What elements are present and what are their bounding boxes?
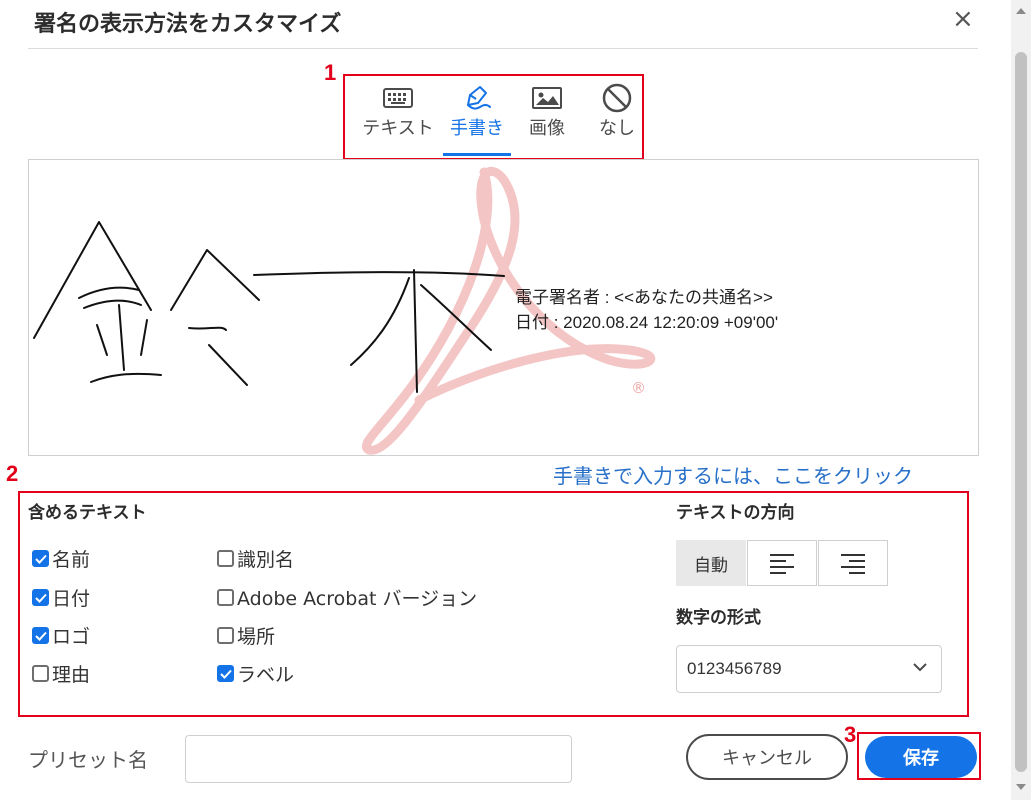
checkbox-reason[interactable]: 理由 (32, 660, 90, 687)
checkbox-distinguished-name[interactable]: 識別名 (217, 545, 294, 572)
scroll-up-icon[interactable] (1016, 8, 1026, 14)
tab-image[interactable]: 画像 (522, 82, 572, 140)
checkbox-distinguished-name-label: 識別名 (237, 549, 295, 571)
checkbox-location-label: 場所 (237, 626, 276, 648)
pen-icon (443, 82, 511, 114)
direction-right-button[interactable] (818, 540, 888, 586)
scroll-down-icon[interactable] (1016, 784, 1026, 790)
tab-handwriting-label: 手書き (450, 118, 504, 139)
close-icon[interactable]: × (952, 4, 974, 34)
chevron-down-icon (913, 663, 927, 672)
checkbox-date[interactable]: 日付 (32, 584, 90, 611)
checkbox-checked-icon (217, 665, 234, 682)
save-button[interactable]: 保存 (865, 736, 977, 778)
checkbox-label-label: ラベル (237, 664, 295, 686)
checkbox-logo[interactable]: ロゴ (32, 622, 90, 649)
dialog-title: 署名の表示方法をカスタマイズ (34, 12, 342, 37)
checkbox-name-label: 名前 (52, 549, 91, 571)
number-format-title: 数字の形式 (676, 608, 761, 628)
signer-name-line: 電子署名者 : <<あなたの共通名>> (515, 288, 773, 307)
tab-image-label: 画像 (529, 118, 565, 139)
direction-left-button[interactable] (747, 540, 817, 586)
checkbox-unchecked-icon (217, 550, 234, 567)
checkbox-date-label: 日付 (52, 588, 91, 610)
number-format-value: 0123456789 (687, 659, 782, 678)
callout-3: 3 (844, 722, 857, 747)
text-direction-title: テキストの方向 (676, 503, 795, 523)
tab-handwriting[interactable]: 手書き (443, 82, 511, 140)
align-left-icon (770, 554, 794, 574)
tab-text-label: テキスト (362, 118, 434, 139)
keyboard-icon (355, 82, 441, 114)
number-format-select[interactable]: 0123456789 (676, 645, 942, 693)
tab-text[interactable]: テキスト (355, 82, 441, 140)
include-text-title: 含めるテキスト (28, 503, 147, 523)
scrollbar-thumb[interactable] (1015, 52, 1027, 772)
checkbox-acrobat-version-label: Adobe Acrobat バージョン (237, 588, 478, 610)
align-right-icon (841, 554, 865, 574)
preset-name-label: プリセット名 (28, 748, 148, 772)
checkbox-checked-icon (32, 550, 49, 567)
tab-none-label: なし (599, 118, 635, 139)
active-tab-indicator (443, 153, 511, 156)
preset-name-input[interactable] (185, 735, 572, 783)
none-icon (592, 82, 642, 114)
dialog-scrollbar[interactable] (1011, 0, 1031, 800)
checkbox-reason-label: 理由 (52, 664, 91, 686)
checkbox-checked-icon (32, 589, 49, 606)
signature-info: 電子署名者 : <<あなたの共通名>> 日付 : 2020.08.24 12:2… (515, 285, 778, 335)
checkbox-unchecked-icon (217, 589, 234, 606)
handwritten-signature (33, 221, 505, 393)
cancel-button[interactable]: キャンセル (686, 734, 848, 780)
checkbox-unchecked-icon (217, 627, 234, 644)
image-icon (522, 82, 572, 114)
direction-auto-button[interactable]: 自動 (676, 540, 746, 586)
callout-1: 1 (324, 60, 337, 85)
checkbox-name[interactable]: 名前 (32, 545, 90, 572)
header-divider (28, 48, 978, 49)
handwrite-input-link[interactable]: 手書きで入力するには、ここをクリック (553, 460, 913, 489)
checkbox-logo-label: ロゴ (52, 626, 91, 648)
callout-2: 2 (6, 461, 19, 486)
checkbox-acrobat-version[interactable]: Adobe Acrobat バージョン (217, 584, 477, 611)
tab-none[interactable]: なし (592, 82, 642, 140)
checkbox-location[interactable]: 場所 (217, 622, 275, 649)
checkbox-checked-icon (32, 627, 49, 644)
text-direction-group: 自動 (676, 540, 889, 586)
checkbox-label[interactable]: ラベル (217, 660, 294, 687)
signature-preview: ® (28, 159, 979, 456)
signature-date-line: 日付 : 2020.08.24 12:20:09 +09'00' (515, 313, 779, 332)
checkbox-unchecked-icon (32, 665, 49, 682)
